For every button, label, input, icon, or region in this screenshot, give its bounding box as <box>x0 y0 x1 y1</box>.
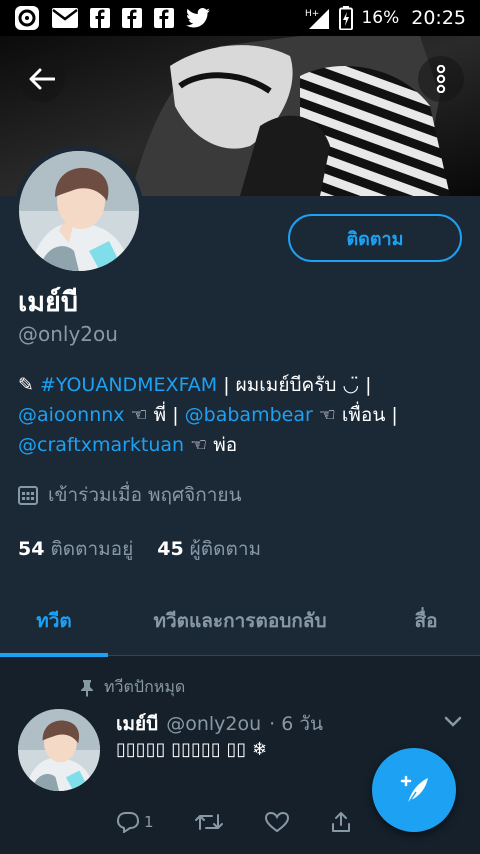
profile-display-name: เมย์บี <box>18 287 78 318</box>
status-bar: H+ 16% 20:25 <box>0 0 480 36</box>
like-button[interactable] <box>264 811 290 833</box>
circle-app-icon <box>14 5 40 31</box>
signal-icon: H+ <box>305 7 331 29</box>
tab-tweets-and-replies[interactable]: ทวีตและการตอบกลับ <box>108 586 372 656</box>
joined-text: เข้าร่วมเมื่อ พฤศจิกายน <box>48 484 242 506</box>
tweet-author-handle[interactable]: @only2ou <box>166 713 261 735</box>
reply-count: 1 <box>144 813 154 831</box>
back-button[interactable] <box>19 56 65 102</box>
compose-tweet-button[interactable] <box>372 748 456 832</box>
notification-icons <box>14 5 210 31</box>
tweet-text: ▯▯▯▯▯ ▯▯▯▯▯ ▯▯ ❄ <box>116 739 268 760</box>
avatar-photo <box>19 151 139 271</box>
battery-percent: 16% <box>361 8 400 28</box>
followers-count: 45 <box>157 538 184 560</box>
profile-stats: 54 ติดตามอยู่ 45 ผู้ติดตาม <box>18 534 261 564</box>
svg-text:H+: H+ <box>305 9 319 19</box>
share-icon <box>331 812 350 832</box>
avatar-photo <box>18 709 100 791</box>
pinned-text: ทวีตปักหมุด <box>104 677 186 696</box>
system-status: H+ 16% 20:25 <box>305 6 466 30</box>
retweet-button[interactable] <box>194 811 224 833</box>
bio-mention-link[interactable]: @babambear <box>185 404 313 426</box>
retweet-icon <box>194 814 223 830</box>
heart-icon <box>264 811 289 833</box>
more-vertical-icon <box>436 65 446 93</box>
calendar-icon <box>18 486 38 505</box>
arrow-left-icon <box>29 68 55 90</box>
profile-tabs: ทวีต ทวีตและการตอบกลับ สื่อ <box>0 586 480 657</box>
following-count: 54 <box>18 538 45 560</box>
mail-icon <box>52 8 78 28</box>
compose-feather-icon <box>400 775 428 805</box>
clock: 20:25 <box>411 7 466 29</box>
bio-text: | ผมเมย์บีครับ ◡̈ | <box>217 374 372 396</box>
tab-media[interactable]: สื่อ <box>372 586 480 656</box>
tweet-author-name[interactable]: เมย์บี <box>116 709 158 739</box>
tab-tweets[interactable]: ทวีต <box>0 586 108 657</box>
tweet-header: เมย์บี @only2ou · 6 วัน <box>116 709 323 739</box>
followers-label: ผู้ติดตาม <box>189 538 262 560</box>
profile-bio: ✎ #YOUANDMEXFAM | ผมเมย์บีครับ ◡̈ | @aio… <box>18 370 468 460</box>
bio-mention-link[interactable]: @craftxmarktuan <box>18 434 184 456</box>
facebook-icon <box>154 8 174 28</box>
twitter-icon <box>186 8 210 28</box>
bio-pencil: ✎ <box>18 374 40 396</box>
reply-icon <box>116 812 140 833</box>
followers-stat[interactable]: 45 ผู้ติดตาม <box>157 534 261 564</box>
bio-text: ☜ พี่ | <box>124 404 185 426</box>
more-options-button[interactable] <box>418 56 464 102</box>
chevron-down-icon <box>444 716 462 727</box>
bio-mention-link[interactable]: @aioonnnx <box>18 404 125 426</box>
profile-handle: @only2ou <box>18 322 118 346</box>
share-button[interactable] <box>330 811 352 833</box>
pin-icon <box>81 679 93 697</box>
bio-text: ☜ พ่อ <box>184 434 238 456</box>
tweet-timestamp: · 6 วัน <box>269 713 324 735</box>
pinned-tweet-label: ทวีตปักหมุด <box>80 675 185 700</box>
following-stat[interactable]: 54 ติดตามอยู่ <box>18 534 133 564</box>
reply-button[interactable]: 1 <box>116 811 154 833</box>
battery-icon <box>339 6 354 30</box>
bio-hashtag-link[interactable]: #YOUANDMEXFAM <box>40 374 217 396</box>
tweet-actions: 1 <box>116 811 352 833</box>
joined-date: เข้าร่วมเมื่อ พฤศจิกายน <box>18 480 242 510</box>
bio-text: ☜ เพื่อน | <box>312 404 398 426</box>
tweet-menu-button[interactable] <box>444 713 462 732</box>
profile-avatar[interactable] <box>14 146 144 276</box>
follow-button[interactable]: ติดตาม <box>288 214 462 262</box>
following-label: ติดตามอยู่ <box>50 538 134 560</box>
tweet-avatar[interactable] <box>18 709 100 791</box>
facebook-icon <box>122 8 142 28</box>
facebook-icon <box>90 8 110 28</box>
